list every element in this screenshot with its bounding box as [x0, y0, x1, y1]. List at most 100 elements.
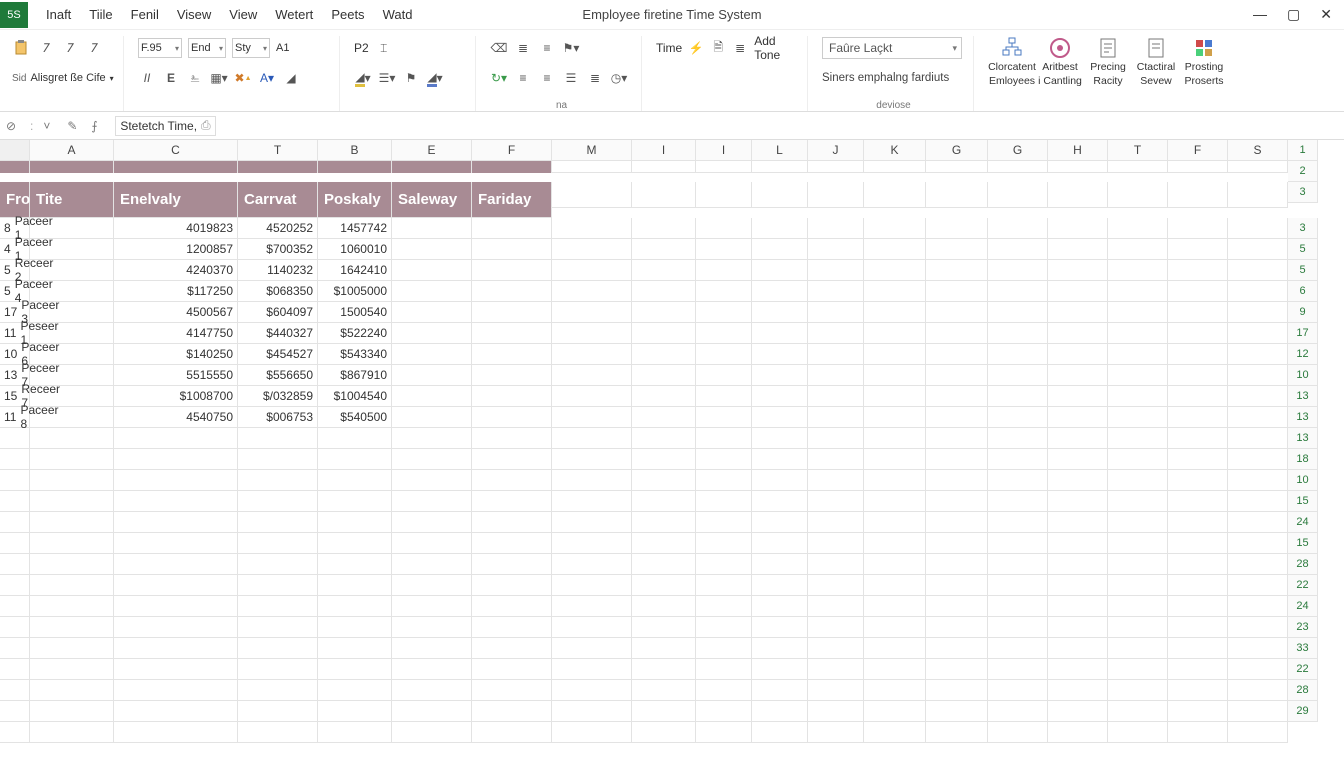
cell[interactable]	[632, 218, 696, 239]
cell[interactable]	[30, 617, 114, 638]
cell[interactable]	[238, 428, 318, 449]
cell[interactable]	[864, 491, 926, 512]
cell[interactable]	[1228, 344, 1288, 365]
cell[interactable]	[632, 302, 696, 323]
cell[interactable]	[472, 428, 552, 449]
cell[interactable]	[1108, 491, 1168, 512]
cell[interactable]	[632, 596, 696, 617]
cell[interactable]	[808, 449, 864, 470]
column-header[interactable]: J	[808, 140, 864, 161]
cell[interactable]: $543340	[318, 344, 392, 365]
cell[interactable]	[472, 491, 552, 512]
cell[interactable]	[988, 239, 1048, 260]
cell[interactable]	[752, 260, 808, 281]
cell[interactable]	[926, 407, 988, 428]
cell[interactable]	[318, 533, 392, 554]
cell[interactable]	[864, 182, 926, 208]
cell[interactable]	[552, 323, 632, 344]
cell[interactable]	[552, 533, 632, 554]
cell[interactable]	[1228, 638, 1288, 659]
cell[interactable]	[1108, 428, 1168, 449]
cell[interactable]	[1048, 428, 1108, 449]
cell[interactable]	[864, 428, 926, 449]
column-header[interactable]: B	[318, 140, 392, 161]
cell[interactable]	[392, 344, 472, 365]
row-header[interactable]: 13	[1288, 428, 1318, 449]
row-header[interactable]: 10	[1288, 470, 1318, 491]
attach-icon[interactable]: ⎙	[201, 118, 211, 133]
paint-icon[interactable]: ◢▾	[426, 69, 444, 87]
cell[interactable]	[30, 491, 114, 512]
cell[interactable]	[808, 533, 864, 554]
cell[interactable]	[696, 218, 752, 239]
cell[interactable]	[752, 428, 808, 449]
cell[interactable]	[472, 554, 552, 575]
cell[interactable]	[1108, 407, 1168, 428]
cell[interactable]	[472, 470, 552, 491]
cell[interactable]	[808, 722, 864, 743]
cell[interactable]	[552, 260, 632, 281]
cell[interactable]	[864, 281, 926, 302]
cell[interactable]	[472, 281, 552, 302]
big-btn[interactable]: ProstingProserts	[1180, 36, 1228, 87]
cell[interactable]	[1108, 161, 1168, 173]
cell[interactable]	[696, 302, 752, 323]
clipboard-label[interactable]: Alisgret ße Cife	[30, 72, 105, 84]
cell[interactable]	[696, 323, 752, 344]
cell[interactable]	[926, 365, 988, 386]
row-header[interactable]: 29	[1288, 701, 1318, 722]
align-icon[interactable]: ≣	[514, 39, 532, 57]
cell[interactable]	[30, 428, 114, 449]
cell[interactable]	[632, 701, 696, 722]
row-header[interactable]: 13	[1288, 407, 1318, 428]
cell[interactable]: $440327	[238, 323, 318, 344]
cell[interactable]	[30, 512, 114, 533]
cell[interactable]	[1108, 722, 1168, 743]
cell[interactable]	[30, 701, 114, 722]
menu-item[interactable]: Inaft	[46, 7, 71, 22]
cell[interactable]	[114, 491, 238, 512]
cell[interactable]	[752, 365, 808, 386]
align-list-icon[interactable]: ☰	[562, 69, 580, 87]
cell[interactable]	[632, 680, 696, 701]
cell[interactable]	[238, 701, 318, 722]
cell[interactable]	[926, 260, 988, 281]
select-all-corner[interactable]	[0, 140, 30, 161]
cell[interactable]	[1228, 617, 1288, 638]
cell[interactable]	[988, 659, 1048, 680]
cell[interactable]	[114, 554, 238, 575]
maximize-icon[interactable]: ▢	[1287, 6, 1300, 23]
cell[interactable]	[114, 533, 238, 554]
cell[interactable]	[238, 512, 318, 533]
column-header[interactable]: M	[552, 140, 632, 161]
cell[interactable]	[808, 218, 864, 239]
row-header[interactable]: 28	[1288, 554, 1318, 575]
column-header[interactable]: K	[864, 140, 926, 161]
cell[interactable]	[392, 533, 472, 554]
cell[interactable]	[808, 302, 864, 323]
cell[interactable]	[696, 260, 752, 281]
cell[interactable]	[926, 182, 988, 208]
cell[interactable]	[632, 386, 696, 407]
cell[interactable]	[752, 470, 808, 491]
column-header[interactable]: F	[472, 140, 552, 161]
cell[interactable]	[808, 617, 864, 638]
cell[interactable]	[1048, 470, 1108, 491]
cell[interactable]	[864, 161, 926, 173]
cell[interactable]	[392, 680, 472, 701]
cell[interactable]	[0, 722, 30, 743]
row-header[interactable]: 9	[1288, 302, 1318, 323]
cell[interactable]	[752, 554, 808, 575]
align-left-icon[interactable]: ≡	[514, 69, 532, 87]
cell[interactable]	[752, 596, 808, 617]
cell[interactable]	[864, 239, 926, 260]
cell[interactable]	[114, 722, 238, 743]
table-header[interactable]: Frosit	[0, 182, 30, 218]
cell[interactable]	[808, 554, 864, 575]
cell[interactable]	[238, 722, 318, 743]
cell[interactable]	[926, 512, 988, 533]
cell[interactable]	[1228, 701, 1288, 722]
cell[interactable]	[392, 575, 472, 596]
cell[interactable]: $454527	[238, 344, 318, 365]
cell[interactable]	[392, 554, 472, 575]
